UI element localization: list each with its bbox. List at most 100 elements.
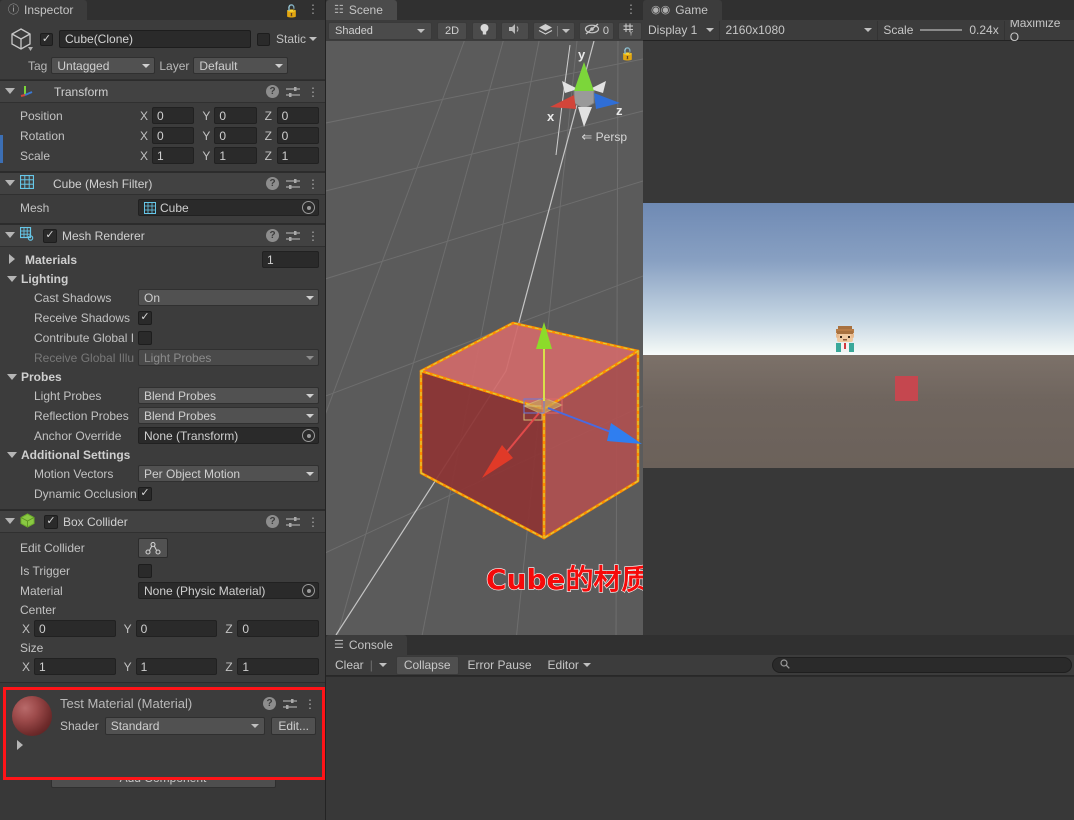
box-collider-header[interactable]: Box Collider ? ⋮ <box>0 511 325 533</box>
tab-scene[interactable]: ☷ Scene <box>326 0 397 20</box>
materials-foldout-icon[interactable] <box>6 254 17 265</box>
foldout-arrow-icon[interactable] <box>4 86 15 97</box>
gameobject-enabled-checkbox[interactable] <box>40 32 53 46</box>
maximize-on-play-toggle[interactable]: Maximize O <box>1005 16 1074 44</box>
scene-menu-icon[interactable]: ⋮ <box>625 3 637 15</box>
game-viewport[interactable] <box>643 203 1074 468</box>
object-picker-icon[interactable] <box>302 429 315 442</box>
anchor-override-field[interactable]: None (Transform) <box>138 427 319 444</box>
chevron-down-icon[interactable] <box>561 28 570 33</box>
is-trigger-checkbox[interactable] <box>138 563 152 578</box>
shader-dropdown[interactable]: Standard <box>104 717 266 735</box>
mesh-renderer-header[interactable]: Mesh Renderer ? ⋮ <box>0 225 325 247</box>
tag-dropdown[interactable]: Untagged <box>51 57 156 74</box>
component-menu-icon[interactable]: ⋮ <box>307 230 319 242</box>
component-menu-icon[interactable]: ⋮ <box>304 698 316 710</box>
rotation-x-input[interactable]: 0 <box>152 127 195 144</box>
collapse-button[interactable]: Collapse <box>395 655 459 675</box>
mode-2d-toggle[interactable]: 2D <box>436 21 468 40</box>
tab-inspector[interactable]: ⓘ Inspector <box>0 0 88 20</box>
scene-projection-label[interactable]: ⇐ Persp <box>581 129 627 145</box>
preset-icon[interactable] <box>286 178 300 190</box>
grid-visibility-toggle[interactable]: Y <box>618 21 642 40</box>
layer-dropdown[interactable]: Default <box>193 57 289 74</box>
size-z-input[interactable]: 1 <box>237 658 320 675</box>
preset-icon[interactable] <box>286 516 300 528</box>
display-dropdown[interactable]: Display 1 <box>643 20 721 40</box>
static-dropdown[interactable]: Static <box>276 32 317 46</box>
rotation-y-input[interactable]: 0 <box>214 127 257 144</box>
position-y-input[interactable]: 0 <box>214 107 257 124</box>
motion-vectors-dropdown[interactable]: Per Object Motion <box>138 465 319 482</box>
materials-count-input[interactable]: 1 <box>262 251 319 268</box>
scene-viewport[interactable]: y z x ⇐ Persp 🔓 <box>326 41 643 635</box>
scale-y-input[interactable]: 1 <box>214 147 257 164</box>
console-search-input[interactable] <box>772 657 1072 673</box>
lock-icon[interactable]: 🔓 <box>284 4 299 18</box>
light-probes-dropdown[interactable]: Blend Probes <box>138 387 319 404</box>
error-pause-button[interactable]: Error Pause <box>461 656 539 675</box>
cast-shadows-dropdown[interactable]: On <box>138 289 319 306</box>
shader-edit-button[interactable]: Edit... <box>271 717 316 735</box>
dynamic-occlusion-checkbox[interactable] <box>138 486 152 501</box>
foldout-arrow-icon[interactable] <box>4 516 15 527</box>
center-y-input[interactable]: 0 <box>135 620 218 637</box>
center-z-input[interactable]: 0 <box>237 620 320 637</box>
preset-icon[interactable] <box>283 698 297 710</box>
position-z-input[interactable]: 0 <box>276 107 319 124</box>
object-picker-icon[interactable] <box>302 584 315 597</box>
component-menu-icon[interactable]: ⋮ <box>307 86 319 98</box>
mesh-filter-header[interactable]: Cube (Mesh Filter) ? ⋮ <box>0 173 325 195</box>
inspector-menu-icon[interactable]: ⋮ <box>307 3 319 15</box>
position-x-input[interactable]: 0 <box>152 107 195 124</box>
tab-game[interactable]: ◉◉ Game <box>643 0 722 20</box>
physic-material-field[interactable]: None (Physic Material) <box>138 582 319 599</box>
shading-mode-dropdown[interactable]: Shaded <box>328 21 432 40</box>
audio-toggle[interactable] <box>501 21 530 40</box>
help-icon[interactable]: ? <box>266 229 279 242</box>
foldout-arrow-icon[interactable] <box>4 178 15 189</box>
console-log-list[interactable] <box>326 676 1074 820</box>
scale-slider-group[interactable]: Scale 0.24x <box>878 20 1005 40</box>
help-icon[interactable]: ? <box>266 177 279 190</box>
transform-header[interactable]: Transform ? ⋮ <box>0 81 325 103</box>
foldout-arrow-icon[interactable] <box>6 372 17 383</box>
reflection-probes-dropdown[interactable]: Blend Probes <box>138 407 319 424</box>
preset-icon[interactable] <box>286 230 300 242</box>
resolution-dropdown[interactable]: 2160x1080 <box>720 20 879 40</box>
center-x-input[interactable]: 0 <box>34 620 116 637</box>
gameobject-name-input[interactable]: Cube(Clone) <box>59 30 251 48</box>
component-menu-icon[interactable]: ⋮ <box>307 178 319 190</box>
help-icon[interactable]: ? <box>266 515 279 528</box>
foldout-arrow-icon[interactable] <box>6 450 17 461</box>
additional-settings-foldout[interactable]: Additional Settings <box>0 446 325 464</box>
rotation-z-input[interactable]: 0 <box>276 127 319 144</box>
effects-toggle[interactable]: | <box>533 21 575 40</box>
help-icon[interactable]: ? <box>263 697 276 710</box>
foldout-arrow-icon[interactable] <box>6 274 17 285</box>
size-x-input[interactable]: 1 <box>34 658 116 675</box>
contribute-gi-checkbox[interactable] <box>138 330 152 345</box>
receive-shadows-checkbox[interactable] <box>138 310 152 325</box>
static-checkbox[interactable] <box>256 32 270 46</box>
tab-console[interactable]: ☰ Console <box>326 635 407 655</box>
object-picker-icon[interactable] <box>302 201 315 214</box>
editor-dropdown[interactable]: Editor <box>541 656 598 675</box>
chevron-down-icon[interactable] <box>378 663 387 667</box>
materials-row[interactable]: Materials 1 <box>0 250 325 269</box>
scale-slider[interactable] <box>920 29 963 31</box>
preset-icon[interactable] <box>286 86 300 98</box>
scale-z-input[interactable]: 1 <box>276 147 319 164</box>
material-foldout-icon[interactable] <box>14 740 25 751</box>
component-menu-icon[interactable]: ⋮ <box>307 516 319 528</box>
clear-button[interactable]: Clear | <box>328 656 394 675</box>
help-icon[interactable]: ? <box>266 85 279 98</box>
lighting-foldout[interactable]: Lighting <box>0 270 325 288</box>
edit-collider-button[interactable] <box>138 538 168 558</box>
size-y-input[interactable]: 1 <box>135 658 218 675</box>
lighting-toggle[interactable] <box>472 21 498 40</box>
probes-foldout[interactable]: Probes <box>0 368 325 386</box>
scene-gizmo-lock-icon[interactable]: 🔓 <box>620 47 635 61</box>
mesh-object-field[interactable]: Cube <box>138 199 319 216</box>
foldout-arrow-icon[interactable] <box>4 230 15 241</box>
